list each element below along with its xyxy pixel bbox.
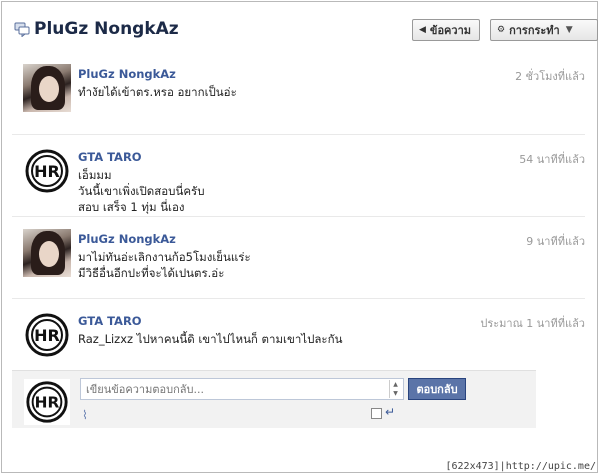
image-host-footer: [622x473]|http://upic.me/ [445,461,596,472]
actions-menu-button[interactable]: ⚙ การกระทำ ▼ [490,19,598,41]
svg-text:HR: HR [35,394,60,412]
message-line: มาไม่ทันอ่ะเลิกงานก้อ5โมงเย็นแร่ะ [78,250,251,264]
message-list: PluGz NongkAz 2 ชั่วโมงที่แล้ว ทำงัยได้เ… [12,52,585,380]
message-body: ทำงัยได้เข้าตร.หรอ อยากเป็นอ่ะ [78,84,237,100]
sender-name[interactable]: GTA TARO [78,150,142,164]
message-item: PluGz NongkAz 2 ชั่วโมงที่แล้ว ทำงัยได้เ… [12,52,585,134]
logo-avatar-icon: HR [25,313,69,357]
chevron-left-icon: ◀ [419,25,426,35]
thread-title: PluGz NongkAz [34,19,179,39]
enter-to-send-checkbox[interactable] [371,408,382,419]
avatar[interactable] [23,64,71,112]
message-timestamp: 54 นาทีที่แล้ว [519,153,585,166]
message-body: Raz_Lizxz ไปหาคนนี้ดิ เขาไปไหนก็ ตามเขาไ… [78,331,342,347]
logo-avatar-icon: HR [26,381,68,423]
sender-name[interactable]: PluGz NongkAz [78,67,176,81]
caret-down-icon: ▼ [565,25,573,35]
thread-header: PluGz NongkAz ◀ ข้อความ ⚙ การกระทำ ▼ [12,12,598,46]
reply-button[interactable]: ตอบกลับ [408,378,466,400]
message-body: มาไม่ทันอ่ะเลิกงานก้อ5โมงเย็นแร่ะ มีวิธี… [78,249,251,281]
message-line: เอ็มมม [78,168,112,182]
message-thread-panel: PluGz NongkAz ◀ ข้อความ ⚙ การกระทำ ▼ Plu… [1,1,598,473]
message-line: มีวิธีอื่นอีกปะที่จะได้เปนตร.อ่ะ [78,266,225,280]
svg-text:HR: HR [34,162,60,181]
sender-name[interactable]: GTA TARO [78,314,142,328]
reply-composer: HR ▲▼ ตอบกลับ ⌇ ↵ [12,370,536,428]
enter-arrow-icon: ↵ [385,405,396,419]
paperclip-icon[interactable]: ⌇ [82,408,88,422]
svg-text:HR: HR [34,326,60,345]
reply-input[interactable] [80,378,404,400]
message-line: สอบ เสร็จ 1 ทุ่ม นี่เอง [78,200,185,214]
sender-name[interactable]: PluGz NongkAz [78,232,176,246]
logo-avatar-icon: HR [25,149,69,193]
chat-bubbles-icon [14,22,30,37]
gear-icon: ⚙ [497,25,506,35]
message-item: HR GTA TARO ประมาณ 1 นาทีที่แล้ว Raz_Liz… [12,298,585,380]
avatar[interactable] [23,229,71,277]
message-line: ทำงัยได้เข้าตร.หรอ อยากเป็นอ่ะ [78,85,237,99]
message-timestamp: 9 นาทีที่แล้ว [526,235,585,248]
avatar[interactable]: HR [23,147,71,195]
message-item: PluGz NongkAz 9 นาทีที่แล้ว มาไม่ทันอ่ะเ… [12,216,585,298]
message-timestamp: 2 ชั่วโมงที่แล้ว [515,70,585,83]
back-to-messages-button[interactable]: ◀ ข้อความ [412,19,480,41]
message-line: Raz_Lizxz ไปหาคนนี้ดิ เขาไปไหนก็ ตามเขาไ… [78,332,343,346]
message-body: เอ็มมม วันนี้เขาเพิ่งเปิดสอบนี่ครับ สอบ … [78,167,205,215]
back-button-label: ข้อความ [429,24,472,37]
avatar[interactable]: HR [23,311,71,359]
input-scrollbar[interactable]: ▲ ▼ [389,380,401,398]
message-timestamp: ประมาณ 1 นาทีที่แล้ว [480,317,585,330]
message-item: HR GTA TARO 54 นาทีที่แล้ว เอ็มมม วันนี้… [12,134,585,216]
message-line: วันนี้เขาเพิ่งเปิดสอบนี่ครับ [78,184,205,198]
avatar: HR [24,379,70,425]
actions-button-label: การกระทำ [509,24,560,37]
